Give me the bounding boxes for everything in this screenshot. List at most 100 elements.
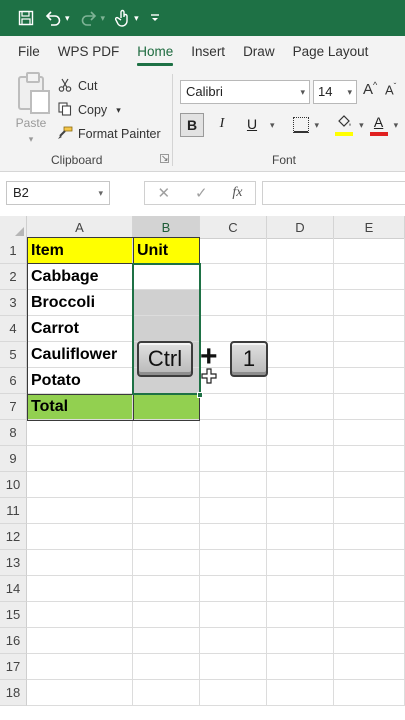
cell-a8[interactable] [27, 420, 133, 446]
cell-c10[interactable] [200, 472, 267, 498]
underline-button[interactable]: U [240, 113, 264, 137]
row-header-7[interactable]: 7 [0, 394, 27, 420]
cell-a2[interactable]: Cabbage [27, 264, 133, 290]
cell-d17[interactable] [267, 654, 334, 680]
row-header-16[interactable]: 16 [0, 628, 27, 654]
cell-d6[interactable] [267, 368, 334, 394]
cell-d1[interactable] [267, 238, 334, 264]
column-header-d[interactable]: D [267, 216, 334, 239]
cell-b4[interactable] [133, 316, 200, 342]
cell-a5[interactable]: Cauliflower [27, 342, 133, 368]
cell-a14[interactable] [27, 576, 133, 602]
cell-a13[interactable] [27, 550, 133, 576]
cell-b9[interactable] [133, 446, 200, 472]
cell-c8[interactable] [200, 420, 267, 446]
cell-e14[interactable] [334, 576, 405, 602]
cell-a15[interactable] [27, 602, 133, 628]
cell-c15[interactable] [200, 602, 267, 628]
cell-e6[interactable] [334, 368, 405, 394]
insert-function-icon[interactable]: fx [232, 185, 242, 201]
cell-e2[interactable] [334, 264, 405, 290]
clipboard-launcher-icon[interactable]: ↘ [160, 154, 169, 163]
cell-d2[interactable] [267, 264, 334, 290]
cell-e12[interactable] [334, 524, 405, 550]
row-header-8[interactable]: 8 [0, 420, 27, 446]
cell-e1[interactable] [334, 238, 405, 264]
increase-font-size-icon[interactable]: A^ [363, 80, 377, 98]
cell-e10[interactable] [334, 472, 405, 498]
cell-c2[interactable] [200, 264, 267, 290]
select-all-button[interactable] [0, 216, 27, 239]
cell-a10[interactable] [27, 472, 133, 498]
column-header-b[interactable]: B [133, 216, 200, 239]
format-painter-button[interactable]: Format Painter [57, 122, 161, 146]
bold-button[interactable]: B [180, 113, 204, 137]
cell-c13[interactable] [200, 550, 267, 576]
cell-e7[interactable] [334, 394, 405, 420]
formula-input[interactable] [262, 181, 405, 205]
cell-b13[interactable] [133, 550, 200, 576]
cell-d4[interactable] [267, 316, 334, 342]
paste-dropdown-icon[interactable]: ▾ [29, 134, 34, 144]
cell-d3[interactable] [267, 290, 334, 316]
cell-d15[interactable] [267, 602, 334, 628]
cell-c14[interactable] [200, 576, 267, 602]
undo-dropdown-icon[interactable]: ▾ [65, 13, 70, 24]
cell-c11[interactable] [200, 498, 267, 524]
cell-c16[interactable] [200, 628, 267, 654]
paste-button[interactable]: Paste ▾ [14, 72, 50, 145]
row-header-17[interactable]: 17 [0, 654, 27, 680]
cell-c7[interactable] [200, 394, 267, 420]
cell-b1[interactable]: Unit [133, 238, 200, 264]
tab-home[interactable]: Home [128, 36, 182, 68]
font-color-icon[interactable]: A [369, 114, 388, 136]
cell-e17[interactable] [334, 654, 405, 680]
undo-icon[interactable]: ▾ [44, 10, 70, 26]
decrease-font-size-icon[interactable]: Aˇ [385, 82, 396, 97]
cell-b14[interactable] [133, 576, 200, 602]
cell-a18[interactable] [27, 680, 133, 706]
cell-d9[interactable] [267, 446, 334, 472]
fill-color-dropdown-icon[interactable]: ▾ [359, 120, 364, 131]
font-color-dropdown-icon[interactable]: ▾ [394, 120, 399, 131]
cell-d16[interactable] [267, 628, 334, 654]
tab-insert[interactable]: Insert [182, 36, 234, 68]
cell-b12[interactable] [133, 524, 200, 550]
cell-b7[interactable] [133, 394, 200, 420]
cancel-icon[interactable]: ✕ [157, 184, 170, 202]
row-header-10[interactable]: 10 [0, 472, 27, 498]
cell-c17[interactable] [200, 654, 267, 680]
font-size-select[interactable]: 14 ▾ [313, 80, 357, 104]
column-header-e[interactable]: E [334, 216, 405, 239]
cell-a7[interactable]: Total [27, 394, 133, 420]
tab-wps-pdf[interactable]: WPS PDF [49, 36, 129, 68]
row-header-1[interactable]: 1 [0, 238, 27, 264]
cell-e4[interactable] [334, 316, 405, 342]
cell-a11[interactable] [27, 498, 133, 524]
tab-page-layout[interactable]: Page Layout [284, 36, 378, 68]
cell-e8[interactable] [334, 420, 405, 446]
cell-d11[interactable] [267, 498, 334, 524]
column-header-a[interactable]: A [27, 216, 133, 239]
cell-e11[interactable] [334, 498, 405, 524]
save-icon[interactable] [18, 10, 34, 26]
cell-d18[interactable] [267, 680, 334, 706]
customize-qat-icon[interactable] [149, 12, 161, 24]
cell-a17[interactable] [27, 654, 133, 680]
cell-b2[interactable] [133, 264, 200, 290]
font-name-select[interactable]: Calibri ▾ [180, 80, 310, 104]
row-header-4[interactable]: 4 [0, 316, 27, 342]
cell-a12[interactable] [27, 524, 133, 550]
cell-b3[interactable] [133, 290, 200, 316]
cell-a16[interactable] [27, 628, 133, 654]
cell-e16[interactable] [334, 628, 405, 654]
row-header-12[interactable]: 12 [0, 524, 27, 550]
cell-c9[interactable] [200, 446, 267, 472]
cell-d5[interactable] [267, 342, 334, 368]
cell-a9[interactable] [27, 446, 133, 472]
cell-b15[interactable] [133, 602, 200, 628]
cell-e3[interactable] [334, 290, 405, 316]
row-header-14[interactable]: 14 [0, 576, 27, 602]
cell-a4[interactable]: Carrot [27, 316, 133, 342]
row-header-3[interactable]: 3 [0, 290, 27, 316]
